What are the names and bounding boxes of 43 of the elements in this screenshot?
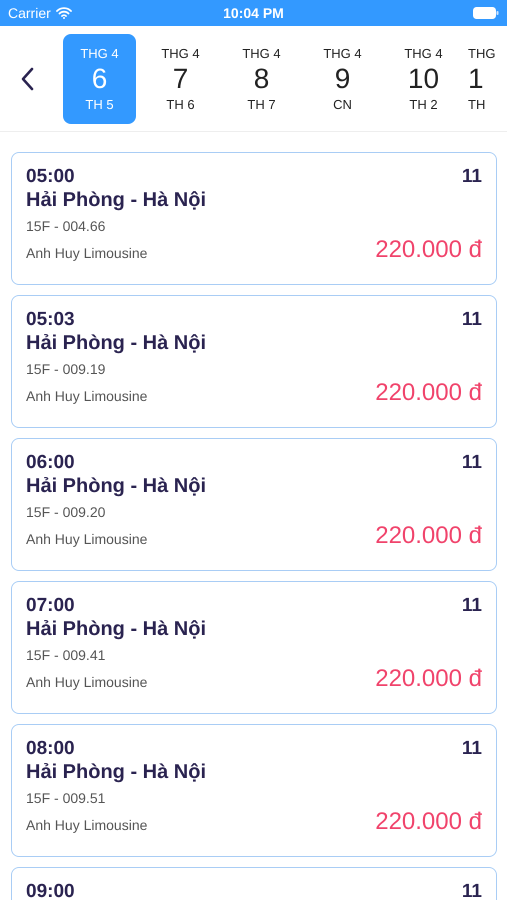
route-name: Hải Phòng - Hà Nội [26,761,207,784]
route-name: Hải Phòng - Hà Nội [26,475,207,498]
ticket-price: 220.000 đ [375,522,482,550]
trip-card[interactable]: 05:00 11 Hải Phòng - Hà Nội 15F - 004.66 Anh Huy Limousine 220.000 đ [11,152,497,285]
license-plate: 15F - 009.19 [26,361,106,377]
carrier-label: Carrier [8,5,51,21]
license-plate: 15F - 004.66 [26,218,106,234]
operator-name: Anh Huy Limousine [26,245,148,263]
seat-count: 11 [462,309,482,331]
license-plate: 15F - 009.20 [26,504,106,520]
seat-count: 11 [462,881,482,900]
trip-card[interactable]: 06:00 11 Hải Phòng - Hà Nội 15F - 009.20 Anh Huy Limousine 220.000 đ [11,438,497,571]
departure-time: 06:00 [26,452,75,474]
operator-name: Anh Huy Limousine [26,817,148,835]
back-chevron-icon [20,66,34,90]
clock-time: 10:04 PM [223,5,284,21]
operator-name: Anh Huy Limousine [26,674,148,692]
route-name: Hải Phòng - Hà Nội [26,189,207,212]
trip-card[interactable]: 07:00 11 Hải Phòng - Hà Nội 15F - 009.41 Anh Huy Limousine 220.000 đ [11,581,497,714]
license-plate: 15F - 009.51 [26,790,106,806]
departure-time: 05:00 [26,166,75,188]
route-name: Hải Phòng - Hà Nội [26,332,207,355]
ticket-price: 220.000 đ [375,665,482,693]
departure-time: 08:00 [26,738,75,760]
ticket-price: 220.000 đ [375,379,482,407]
seat-count: 11 [462,738,482,760]
license-plate: 15F - 009.41 [26,647,106,663]
operator-name: Anh Huy Limousine [26,531,148,549]
wifi-icon [56,7,72,19]
departure-time: 09:00 [26,881,75,900]
seat-count: 11 [462,595,482,617]
battery-icon [473,7,499,19]
trip-card[interactable]: 08:00 11 Hải Phòng - Hà Nội 15F - 009.51 Anh Huy Limousine 220.000 đ [11,724,497,857]
trip-card[interactable]: 09:00 11 [11,867,497,900]
seat-count: 11 [462,452,482,474]
route-name: Hải Phòng - Hà Nội [26,618,207,641]
trip-card[interactable]: 05:03 11 Hải Phòng - Hà Nội 15F - 009.19 Anh Huy Limousine 220.000 đ [11,295,497,428]
ticket-price: 220.000 đ [375,808,482,836]
ticket-price: 220.000 đ [375,236,482,264]
operator-name: Anh Huy Limousine [26,388,148,406]
departure-time: 07:00 [26,595,75,617]
seat-count: 11 [462,166,482,188]
departure-time: 05:03 [26,309,75,331]
